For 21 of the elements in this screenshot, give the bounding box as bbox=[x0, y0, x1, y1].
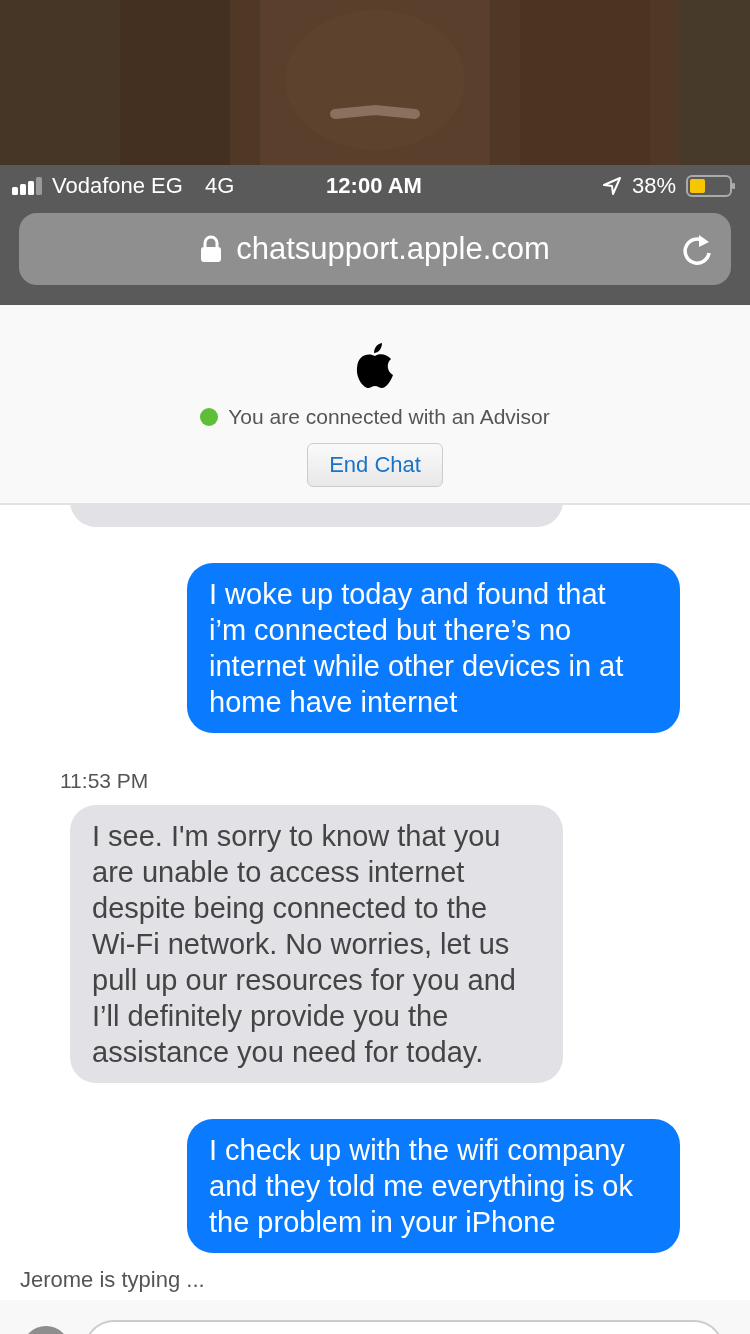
lock-icon bbox=[200, 235, 223, 263]
reload-icon[interactable] bbox=[681, 233, 713, 267]
grabber-icon[interactable] bbox=[329, 104, 421, 120]
message-bubble: I check up with the wifi company and they told me everything is ok the problem in your iPhone bbox=[187, 1119, 680, 1253]
network-type: 4G bbox=[204, 173, 235, 199]
battery-percent: 38% bbox=[631, 173, 676, 199]
connection-status: You are connected with an Advisor bbox=[228, 405, 550, 429]
message-bubble: I see. I'm sorry to know that you are unable to access internet despite being connected to the Wi-Fi network. No worries, let us pull up our resources for you and I’ll definitely provide you the assistance you need for today. bbox=[70, 805, 563, 1083]
carrier-name: Vodafone EG bbox=[52, 173, 183, 199]
end-chat-button[interactable]: End Chat bbox=[307, 443, 443, 487]
url-text: chatsupport.apple.com bbox=[236, 231, 550, 267]
clock-time: 12:00 AM bbox=[326, 173, 422, 199]
battery-icon bbox=[686, 175, 736, 197]
online-status-dot bbox=[200, 408, 219, 426]
typing-indicator: Jerome is typing ... bbox=[20, 1267, 206, 1292]
message-bubble: I woke up today and found that i’m connected but there’s no internet while other devices in at home have internet bbox=[187, 563, 680, 733]
message-time: 11:53 PM bbox=[60, 769, 150, 793]
apple-logo-icon bbox=[354, 341, 396, 389]
address-bar[interactable]: chatsupport.apple.com bbox=[19, 213, 731, 285]
signal-icon bbox=[12, 177, 44, 195]
location-icon bbox=[601, 176, 622, 196]
